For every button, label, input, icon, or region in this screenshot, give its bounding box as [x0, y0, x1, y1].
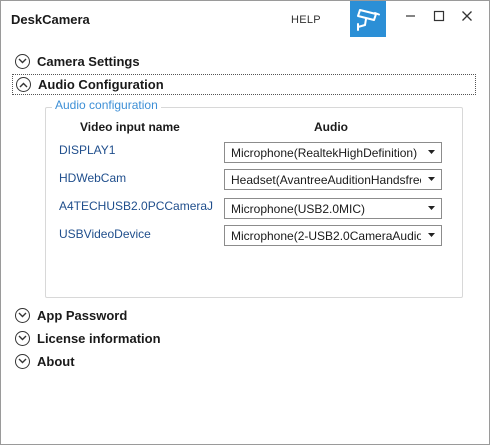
device-name: A4TECHUSB2.0PCCameraJ — [59, 199, 214, 213]
close-button[interactable] — [458, 7, 476, 25]
brand-tile — [350, 1, 386, 37]
security-camera-icon — [357, 9, 380, 31]
minimize-button[interactable] — [402, 7, 420, 25]
section-camera-settings[interactable]: Camera Settings — [15, 51, 140, 71]
select-value: Microphone(USB2.0MIC) — [231, 202, 366, 216]
section-audio-configuration[interactable]: Audio Configuration — [12, 74, 476, 95]
dropdown-arrow-icon — [428, 150, 435, 154]
close-icon — [462, 11, 472, 21]
audio-select-usbvideodevice[interactable]: Microphone(2-USB2.0CameraAudio) — [224, 225, 442, 246]
dropdown-arrow-icon — [428, 206, 435, 210]
section-license-information[interactable]: License information — [15, 328, 161, 348]
select-value: Microphone(RealtekHighDefinition) — [231, 146, 418, 160]
device-name: USBVideoDevice — [59, 227, 151, 241]
device-name: HDWebCam — [59, 171, 127, 185]
device-name: DISPLAY1 — [59, 143, 116, 157]
select-value: Headset(AvantreeAuditionHandsfree) — [231, 173, 421, 187]
section-label: App Password — [37, 307, 128, 323]
help-link[interactable]: HELP — [291, 14, 321, 26]
maximize-icon — [433, 10, 445, 22]
minimize-icon — [406, 15, 415, 17]
audio-select-display1[interactable]: Microphone(RealtekHighDefinition) — [224, 142, 442, 163]
column-header-audio: Audio — [314, 120, 348, 134]
section-about[interactable]: About — [15, 351, 75, 371]
maximize-button[interactable] — [430, 7, 448, 25]
audio-select-a4tech[interactable]: Microphone(USB2.0MIC) — [224, 198, 442, 219]
title-bar[interactable]: DeskCamera HELP — [1, 1, 489, 39]
select-value: Microphone(2-USB2.0CameraAudio) — [231, 229, 421, 243]
chevron-down-icon — [15, 307, 30, 323]
section-label: Camera Settings — [37, 53, 140, 69]
group-legend: Audio configuration — [52, 98, 161, 112]
audio-select-hdwebcam[interactable]: Headset(AvantreeAuditionHandsfree) — [224, 169, 442, 190]
section-label: Audio Configuration — [38, 77, 164, 92]
column-header-video-input: Video input name — [80, 120, 180, 134]
chevron-down-icon — [15, 353, 30, 369]
chevron-down-icon — [15, 53, 30, 69]
dropdown-arrow-icon — [428, 233, 435, 237]
chevron-up-icon — [16, 77, 31, 92]
section-label: License information — [37, 330, 161, 346]
section-app-password[interactable]: App Password — [15, 305, 127, 325]
chevron-down-icon — [15, 330, 30, 346]
app-title: DeskCamera — [11, 12, 90, 27]
app-window: DeskCamera HELP Camera Settings Audio Co… — [0, 0, 490, 445]
section-label: About — [37, 353, 75, 369]
dropdown-arrow-icon — [428, 177, 435, 181]
